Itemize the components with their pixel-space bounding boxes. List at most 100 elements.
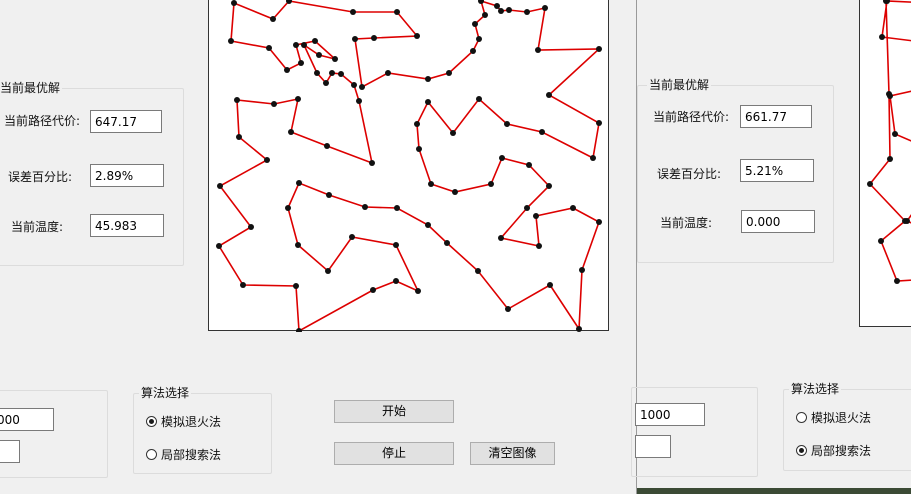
algorithm-group-title: 算法选择	[789, 382, 842, 396]
parameter-group	[0, 390, 108, 478]
city-node	[271, 101, 277, 107]
parameter-field-2[interactable]	[0, 440, 20, 463]
city-node	[590, 155, 596, 161]
city-node	[228, 38, 234, 44]
city-node	[879, 34, 885, 40]
city-node	[362, 204, 368, 210]
city-node	[494, 3, 500, 9]
radio-simulated-annealing[interactable]: 模拟退火法	[796, 409, 871, 426]
city-node	[416, 146, 422, 152]
city-node	[892, 131, 898, 137]
temperature-field[interactable]	[90, 214, 164, 237]
temperature-label: 当前温度:	[11, 220, 64, 234]
city-node	[394, 205, 400, 211]
error-percent-field[interactable]	[90, 164, 164, 187]
city-node	[270, 16, 276, 22]
city-node	[295, 96, 301, 102]
city-node	[393, 242, 399, 248]
tsp-window-simulated-annealing: 当前最优解 当前路径代价: 误差百分比: 当前温度: 算法选择 模拟退火法 局部…	[0, 0, 637, 494]
tour-plot	[208, 0, 609, 332]
path-cost-label: 当前路径代价:	[653, 110, 730, 124]
city-node	[505, 306, 511, 312]
path-cost-field[interactable]	[90, 110, 162, 133]
city-node	[264, 157, 270, 163]
city-node	[498, 235, 504, 241]
city-node	[217, 183, 223, 189]
tsp-window-local-search: 当前最优解 当前路径代价: 误差百分比: 当前温度: 算法选择 模拟退火法 局部…	[631, 0, 911, 488]
tour-path	[217, 0, 602, 332]
path-cost-label: 当前路径代价:	[4, 114, 81, 128]
error-percent-field[interactable]	[740, 159, 814, 182]
city-node	[579, 267, 585, 273]
city-node	[332, 56, 338, 62]
city-node	[394, 9, 400, 15]
tour-plot	[859, 0, 911, 327]
city-node	[284, 67, 290, 73]
city-node	[231, 0, 237, 6]
city-node	[542, 5, 548, 11]
city-node	[425, 76, 431, 82]
city-node	[488, 181, 494, 187]
radio-indicator-icon	[146, 416, 157, 427]
city-node	[415, 288, 421, 294]
tour-plot-canvas	[216, 0, 602, 332]
city-node	[329, 70, 335, 76]
city-node	[533, 213, 539, 219]
parameter-field-2[interactable]	[635, 435, 671, 458]
radio-indicator-icon	[796, 445, 807, 456]
city-node	[526, 162, 532, 168]
radio-indicator-icon	[796, 412, 807, 423]
city-node	[499, 155, 505, 161]
city-node	[293, 42, 299, 48]
radio-simulated-annealing[interactable]: 模拟退火法	[146, 413, 221, 430]
path-cost-field[interactable]	[740, 105, 812, 128]
city-node	[324, 143, 330, 149]
city-node	[234, 97, 240, 103]
city-node	[325, 268, 331, 274]
city-node	[414, 121, 420, 127]
city-node	[596, 46, 602, 52]
temperature-field[interactable]	[741, 210, 815, 233]
start-button[interactable]: 开始	[334, 400, 454, 423]
algorithm-group-title: 算法选择	[139, 386, 192, 400]
radio-local-search[interactable]: 局部搜索法	[796, 442, 871, 459]
iterations-field[interactable]	[635, 403, 705, 426]
city-node	[428, 181, 434, 187]
city-node	[446, 70, 452, 76]
stop-button[interactable]: 停止	[334, 442, 454, 465]
city-node	[236, 134, 242, 140]
city-node	[393, 278, 399, 284]
radio-label: 局部搜索法	[161, 448, 222, 462]
radio-label: 局部搜索法	[811, 444, 872, 458]
city-node	[352, 36, 358, 42]
city-node	[450, 130, 456, 136]
city-node	[867, 181, 873, 187]
city-node	[248, 224, 254, 230]
radio-label: 模拟退火法	[161, 415, 222, 429]
city-node	[385, 70, 391, 76]
city-node	[452, 189, 458, 195]
city-node	[539, 129, 545, 135]
error-percent-label: 误差百分比:	[8, 170, 73, 184]
city-node	[476, 96, 482, 102]
city-node	[536, 243, 542, 249]
city-node	[316, 52, 322, 58]
radio-local-search[interactable]: 局部搜索法	[146, 446, 221, 463]
city-node	[886, 91, 892, 97]
city-node	[296, 328, 302, 332]
city-node	[295, 242, 301, 248]
city-node	[312, 38, 318, 44]
city-node	[472, 21, 478, 27]
city-node	[482, 12, 488, 18]
city-node	[356, 98, 362, 104]
city-node	[887, 156, 893, 162]
clear-image-button[interactable]: 清空图像	[470, 442, 555, 465]
city-node	[524, 9, 530, 15]
city-node	[298, 60, 304, 66]
city-node	[470, 48, 476, 54]
city-node	[414, 33, 420, 39]
iterations-field[interactable]	[0, 408, 54, 431]
city-node	[596, 219, 602, 225]
city-node	[506, 7, 512, 13]
city-node	[894, 278, 900, 284]
